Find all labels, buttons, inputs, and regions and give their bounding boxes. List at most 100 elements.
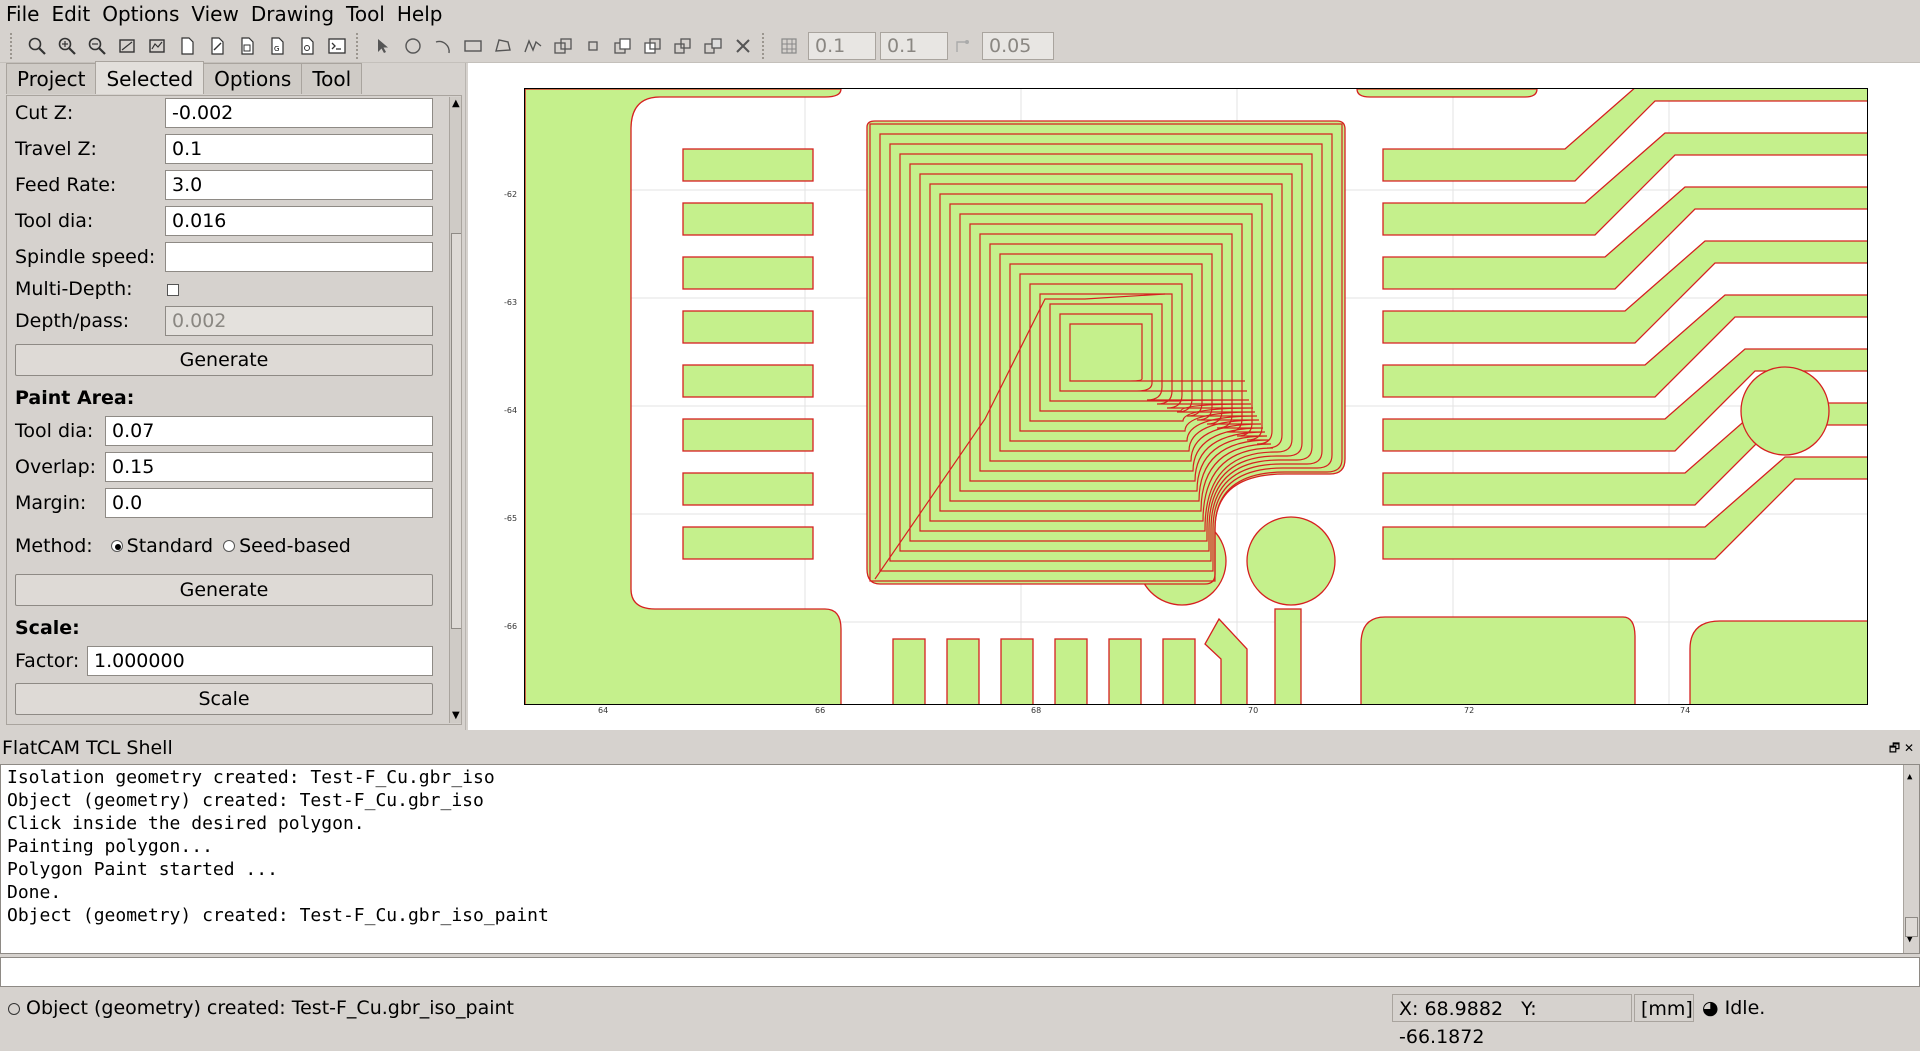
zoom-out-icon[interactable] [83, 32, 111, 60]
union-icon[interactable] [609, 32, 637, 60]
menu-edit[interactable]: Edit [45, 0, 96, 28]
scroll-down-icon[interactable]: ▼ [1907, 929, 1912, 952]
menu-tool[interactable]: Tool [340, 0, 391, 28]
menu-file[interactable]: File [0, 0, 45, 28]
corner-snap-icon[interactable] [949, 32, 977, 60]
multidepth-checkbox[interactable] [167, 284, 179, 296]
tool-dia-input[interactable]: 0.016 [165, 206, 433, 236]
select-icon[interactable] [369, 32, 397, 60]
snap-max-input[interactable]: 0.05 [982, 31, 1054, 60]
menu-help[interactable]: Help [391, 0, 449, 28]
spindle-speed-input[interactable] [165, 242, 433, 272]
plot-canvas-area[interactable]: -62 -63 -64 -65 -66 64 66 68 70 72 74 [468, 63, 1920, 730]
move-icon[interactable] [549, 32, 577, 60]
toolbar-grip-3[interactable] [762, 32, 768, 59]
copy-icon[interactable] [579, 32, 607, 60]
tab-options[interactable]: Options [203, 63, 303, 94]
intersection-icon[interactable] [639, 32, 667, 60]
spindle-row: Spindle speed: [15, 242, 155, 272]
menu-drawing[interactable]: Drawing [245, 0, 340, 28]
smd-pad [682, 256, 814, 290]
x-tick-label: 64 [598, 706, 609, 715]
travel-z-label: Travel Z: [15, 138, 97, 160]
cut-z-input[interactable]: -0.002 [165, 98, 433, 128]
open-excellon-icon[interactable] [293, 32, 321, 60]
cut-icon[interactable] [699, 32, 727, 60]
y-tick-label: -62 [504, 190, 518, 199]
method-seed-radio[interactable] [223, 540, 236, 552]
shell-line: Done. [7, 882, 62, 903]
circle-icon[interactable] [399, 32, 427, 60]
method-standard-radio[interactable] [110, 540, 123, 552]
tab-tool[interactable]: Tool [301, 63, 363, 94]
scroll-down-icon[interactable]: ▼ [452, 711, 460, 721]
scroll-up-icon[interactable]: ▲ [452, 99, 460, 109]
spindle-speed-label: Spindle speed: [15, 246, 156, 268]
multidepth-label: Multi-Depth: [15, 278, 133, 300]
replot-icon[interactable] [143, 32, 171, 60]
x-tick-label: 70 [1248, 706, 1259, 715]
panel-scrollbar[interactable]: ▲ ▼ [449, 97, 461, 723]
smd-pad [682, 472, 814, 506]
menu-view[interactable]: View [185, 0, 244, 28]
grid-x-input[interactable]: 0.1 [808, 31, 876, 60]
grid-snap-icon[interactable] [775, 32, 803, 60]
y-tick-label: -63 [504, 298, 518, 307]
method-standard-label[interactable]: Standard [127, 535, 213, 557]
smd-pad [1054, 638, 1088, 704]
rectangle-icon[interactable] [459, 32, 487, 60]
x-tick-label: 68 [1031, 706, 1042, 715]
feed-rate-input[interactable]: 3.0 [165, 170, 433, 200]
paint-area-title: Paint Area: [15, 387, 135, 409]
polygon-icon[interactable] [489, 32, 517, 60]
pcb-geometry-svg [525, 89, 1867, 704]
paint-toolpath [866, 120, 1346, 585]
tab-project[interactable]: Project [6, 63, 97, 94]
edit-geometry-icon[interactable] [203, 32, 231, 60]
margin-label: Margin: [15, 492, 87, 514]
shell-scrollbar[interactable]: ▲ ▼ [1903, 765, 1919, 953]
method-seed-label[interactable]: Seed-based [239, 535, 351, 557]
arc-icon[interactable] [429, 32, 457, 60]
scroll-up-icon[interactable]: ▲ [1907, 766, 1912, 789]
depth-pass-input[interactable]: 0.002 [165, 306, 433, 336]
path-icon[interactable] [519, 32, 547, 60]
clear-plot-icon[interactable] [113, 32, 141, 60]
scale-button[interactable]: Scale [15, 683, 433, 715]
x-tick-label: 72 [1464, 706, 1475, 715]
grid-y-input[interactable]: 0.1 [880, 31, 948, 60]
margin-input[interactable]: 0.0 [105, 488, 433, 518]
menu-options[interactable]: Options [96, 0, 185, 28]
generate-paint-button[interactable]: Generate [15, 574, 433, 606]
new-geometry-icon[interactable] [173, 32, 201, 60]
shell-dock-title: FlatCAM TCL Shell 🗗 ✕ [0, 733, 1920, 763]
via-pad [1740, 366, 1830, 456]
shell-dock-controls[interactable]: 🗗 ✕ [1889, 733, 1914, 763]
delete-icon[interactable] [729, 32, 757, 60]
tab-selected[interactable]: Selected [95, 61, 205, 94]
overlap-input[interactable]: 0.15 [105, 452, 433, 482]
zoom-in-icon[interactable] [53, 32, 81, 60]
overlap-row: Overlap: [15, 452, 96, 482]
shell-line: Object (geometry) created: Test-F_Cu.gbr… [7, 790, 484, 811]
generate-cnc-button[interactable]: Generate [15, 344, 433, 376]
multidepth-row: Multi-Depth: [15, 274, 133, 304]
update-geometry-icon[interactable] [233, 32, 261, 60]
shell-icon[interactable] [323, 32, 351, 60]
feed-rate-label: Feed Rate: [15, 174, 117, 196]
toolbar-grip[interactable] [10, 32, 16, 59]
shell-output[interactable]: Isolation geometry created: Test-F_Cu.gb… [0, 764, 1920, 954]
pcb-plot[interactable] [524, 88, 1868, 705]
panel-scrollbar-thumb[interactable] [451, 233, 461, 629]
shell-command-input[interactable] [0, 957, 1920, 987]
open-gerber-icon[interactable]: G [263, 32, 291, 60]
travel-z-input[interactable]: 0.1 [165, 134, 433, 164]
toolbar: G 0.1 0.1 0.05 [0, 29, 1920, 63]
paint-tool-dia-input[interactable]: 0.07 [105, 416, 433, 446]
zoom-fit-icon[interactable] [23, 32, 51, 60]
toolbar-grip-2[interactable] [356, 32, 362, 59]
cut-z-row: Cut Z: [15, 98, 73, 128]
cut-z-label: Cut Z: [15, 102, 74, 124]
factor-input[interactable]: 1.000000 [87, 646, 433, 676]
subtraction-icon[interactable] [669, 32, 697, 60]
